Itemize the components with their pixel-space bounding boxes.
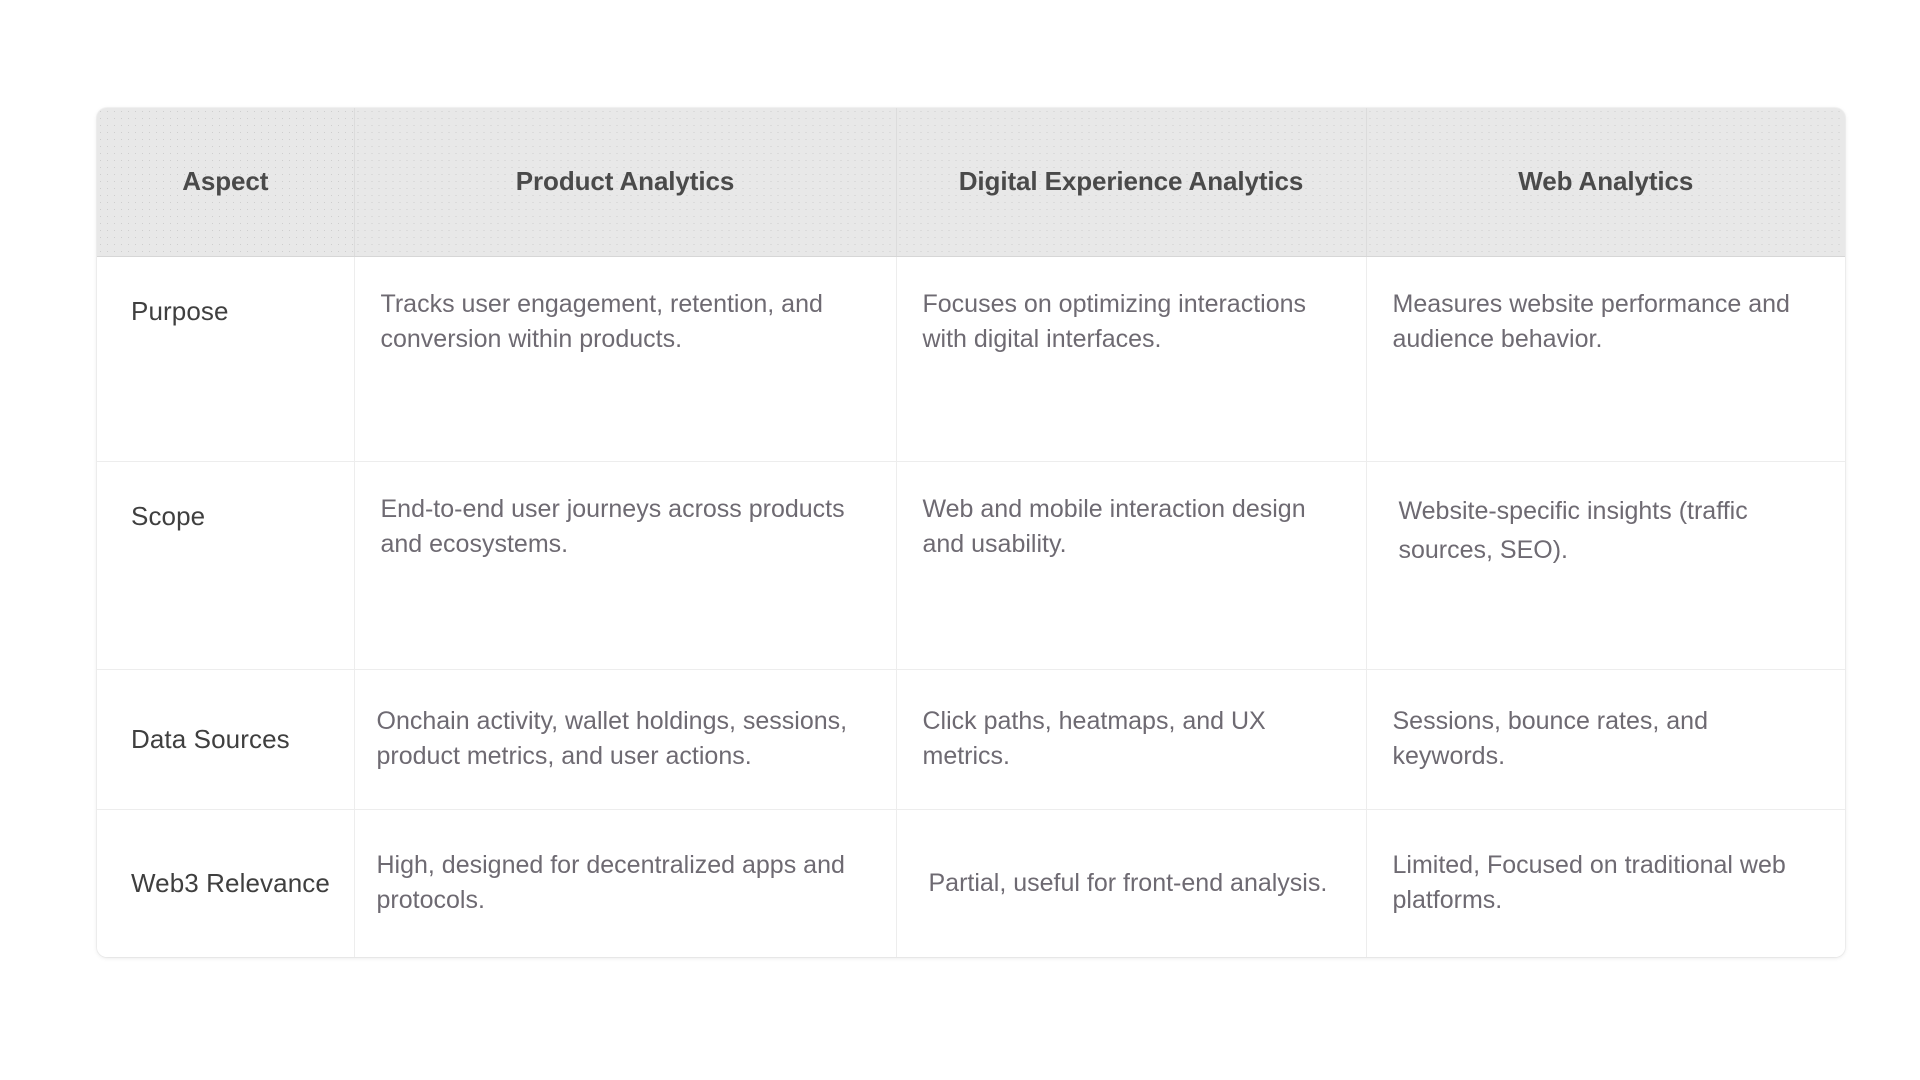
column-header-web-analytics: Web Analytics	[1366, 108, 1845, 257]
cell-dxa-scope: Web and mobile interaction design and us…	[896, 461, 1367, 670]
header-row: Aspect Product Analytics Digital Experie…	[97, 108, 1845, 257]
cell-dxa-purpose: Focuses on optimizing interactions with …	[896, 256, 1367, 462]
column-header-digital-experience-analytics: Digital Experience Analytics	[896, 108, 1367, 257]
comparison-table-container: Aspect Product Analytics Digital Experie…	[97, 108, 1845, 957]
cell-aspect-purpose: Purpose	[97, 256, 355, 462]
table-row: Purpose Tracks user engagement, retentio…	[97, 256, 1845, 462]
table-row: Web3 Relevance High, designed for decent…	[97, 809, 1845, 957]
cell-product-web3-relevance: High, designed for decentralized apps an…	[354, 809, 897, 957]
cell-web-scope: Website-specific insights (traffic sourc…	[1366, 461, 1845, 670]
analytics-comparison-table: Aspect Product Analytics Digital Experie…	[97, 108, 1845, 957]
cell-dxa-web3-relevance: Partial, useful for front-end analysis.	[896, 809, 1367, 957]
cell-product-purpose: Tracks user engagement, retention, and c…	[354, 256, 897, 462]
cell-aspect-data-sources: Data Sources	[97, 669, 355, 810]
cell-aspect-scope: Scope	[97, 461, 355, 670]
cell-aspect-web3-relevance: Web3 Relevance	[97, 809, 355, 957]
page-root: Aspect Product Analytics Digital Experie…	[0, 0, 1920, 1080]
cell-web-purpose: Measures website performance and audienc…	[1366, 256, 1845, 462]
column-header-product-analytics: Product Analytics	[354, 108, 897, 257]
table-row: Scope End-to-end user journeys across pr…	[97, 461, 1845, 670]
table-body: Purpose Tracks user engagement, retentio…	[97, 256, 1845, 957]
table-row: Data Sources Onchain activity, wallet ho…	[97, 669, 1845, 810]
cell-web-web3-relevance: Limited, Focused on traditional web plat…	[1366, 809, 1845, 957]
table-header: Aspect Product Analytics Digital Experie…	[97, 108, 1845, 257]
cell-web-data-sources: Sessions, bounce rates, and keywords.	[1366, 669, 1845, 810]
cell-product-data-sources: Onchain activity, wallet holdings, sessi…	[354, 669, 897, 810]
cell-product-scope: End-to-end user journeys across products…	[354, 461, 897, 670]
column-header-aspect: Aspect	[97, 108, 355, 257]
cell-dxa-data-sources: Click paths, heatmaps, and UX metrics.	[896, 669, 1367, 810]
